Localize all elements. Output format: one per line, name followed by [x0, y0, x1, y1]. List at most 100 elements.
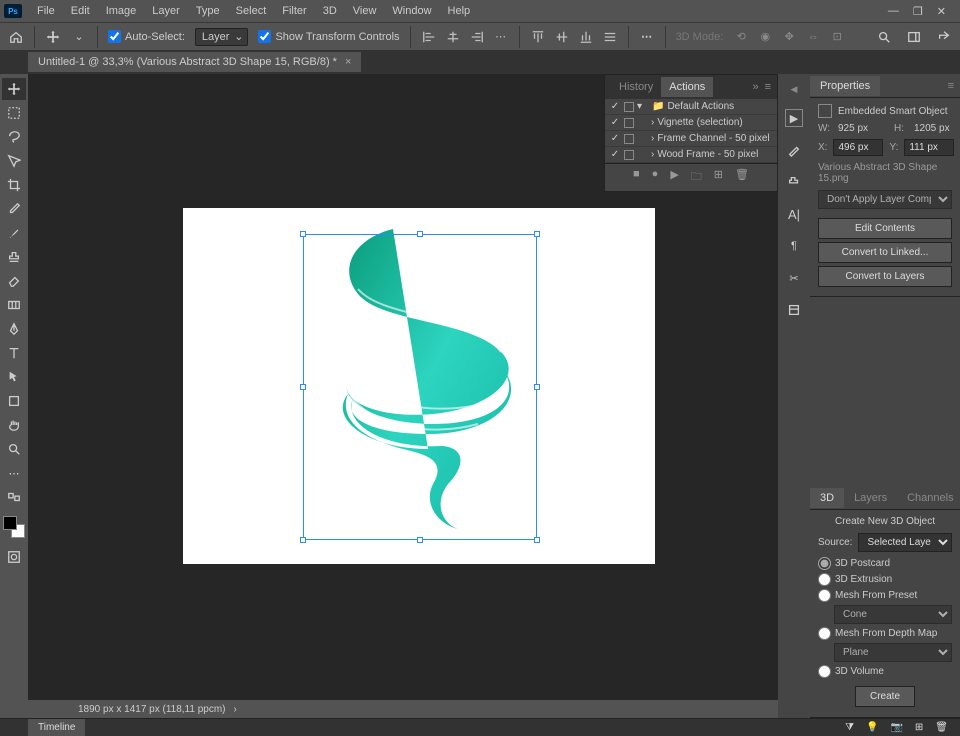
trash-icon[interactable]: 🗑 — [735, 168, 749, 187]
paragraph-panel-icon[interactable]: ¶ — [785, 237, 803, 255]
menu-layer[interactable]: Layer — [145, 2, 187, 20]
play-icon[interactable]: ▶ — [670, 168, 678, 187]
action-row[interactable]: ✓› Wood Frame - 50 pixel — [605, 147, 777, 163]
timeline-tab[interactable]: Timeline — [28, 719, 85, 736]
extrusion-radio[interactable] — [818, 573, 831, 586]
eraser-tool[interactable] — [2, 270, 26, 292]
menu-window[interactable]: Window — [385, 2, 438, 20]
history-tab[interactable]: History — [611, 77, 661, 97]
lasso-tool[interactable] — [2, 126, 26, 148]
transform-bounds[interactable] — [303, 234, 537, 540]
3d-tab[interactable]: 3D — [810, 488, 844, 508]
search-icon[interactable] — [876, 29, 892, 45]
stop-icon[interactable]: ■ — [633, 168, 640, 187]
menu-edit[interactable]: Edit — [64, 2, 97, 20]
more-tools-icon[interactable]: ⋯ — [2, 462, 26, 484]
camera-icon[interactable]: 📷 — [890, 722, 902, 733]
create-button[interactable]: Create — [855, 686, 915, 707]
align-center-h-icon[interactable] — [445, 29, 461, 45]
home-icon[interactable] — [8, 29, 24, 45]
y-input[interactable] — [904, 139, 954, 156]
panel-menu-icon[interactable]: ≡ — [942, 80, 960, 92]
more-options-icon[interactable]: ⋯ — [639, 29, 655, 45]
edit-contents-button[interactable]: Edit Contents — [818, 218, 952, 239]
depthmap-radio[interactable] — [818, 627, 831, 640]
expand-icon[interactable]: ◀ — [791, 84, 798, 95]
share-icon[interactable] — [936, 29, 952, 45]
handle-ml[interactable] — [300, 384, 306, 390]
quick-select-tool[interactable] — [2, 150, 26, 172]
move-tool[interactable] — [2, 78, 26, 100]
new-action-icon[interactable]: ⊞ — [714, 168, 723, 187]
show-transform-checkbox[interactable] — [258, 30, 271, 43]
handle-br[interactable] — [534, 537, 540, 543]
more-align-icon[interactable]: ⋯ — [493, 29, 509, 45]
action-set-row[interactable]: ✓▾ 📁 Default Actions — [605, 99, 777, 115]
handle-tc[interactable] — [417, 231, 423, 237]
menu-file[interactable]: File — [30, 2, 62, 20]
shape-tool[interactable] — [2, 390, 26, 412]
handle-tl[interactable] — [300, 231, 306, 237]
folder-new-icon[interactable]: 🗀 — [691, 168, 702, 187]
channels-tab[interactable]: Channels — [897, 488, 960, 508]
workspace-icon[interactable] — [906, 29, 922, 45]
properties-tab[interactable]: Properties — [810, 76, 880, 96]
color-swatch[interactable] — [3, 516, 25, 538]
scissors-icon[interactable]: ✂ — [785, 269, 803, 287]
pen-tool[interactable] — [2, 318, 26, 340]
actions-tab[interactable]: Actions — [661, 77, 713, 97]
layer-select[interactable]: Layer — [195, 28, 249, 46]
clone-panel-icon[interactable] — [785, 173, 803, 191]
type-tool[interactable] — [2, 342, 26, 364]
handle-mr[interactable] — [534, 384, 540, 390]
action-row[interactable]: ✓› Vignette (selection) — [605, 115, 777, 131]
handle-bc[interactable] — [417, 537, 423, 543]
menu-view[interactable]: View — [346, 2, 384, 20]
menu-help[interactable]: Help — [441, 2, 478, 20]
filter-icon[interactable]: ⧩ — [845, 722, 854, 733]
layers-tab[interactable]: Layers — [844, 488, 897, 508]
convert-linked-button[interactable]: Convert to Linked... — [818, 242, 952, 263]
play-panel-icon[interactable]: ▶ — [785, 109, 803, 127]
auto-select-checkbox[interactable] — [108, 30, 121, 43]
collapse-icon[interactable]: » — [752, 81, 758, 93]
distribute-icon[interactable] — [602, 29, 618, 45]
menu-3d[interactable]: 3D — [316, 2, 344, 20]
marquee-tool[interactable] — [2, 102, 26, 124]
panel-menu-icon[interactable]: ≡ — [765, 81, 771, 93]
record-icon[interactable]: ● — [652, 168, 659, 187]
crop-tool[interactable] — [2, 174, 26, 196]
restore-icon[interactable]: ❐ — [913, 5, 923, 18]
edit-toolbar-icon[interactable] — [2, 486, 26, 508]
close-tab-icon[interactable]: × — [345, 56, 351, 68]
volume-radio[interactable] — [818, 665, 831, 678]
align-top-icon[interactable] — [530, 29, 546, 45]
chevron-right-icon[interactable]: › — [234, 704, 237, 715]
trash-icon[interactable]: 🗑 — [935, 722, 948, 733]
canvas-viewport[interactable]: History Actions » ≡ ✓▾ 📁 Default Actions… — [28, 74, 778, 718]
brush-tool[interactable] — [2, 222, 26, 244]
x-input[interactable] — [833, 139, 883, 156]
zoom-tool[interactable] — [2, 438, 26, 460]
document-tab[interactable]: Untitled-1 @ 33,3% (Various Abstract 3D … — [28, 52, 361, 72]
brush-panel-icon[interactable] — [785, 141, 803, 159]
gradient-tool[interactable] — [2, 294, 26, 316]
menu-image[interactable]: Image — [99, 2, 144, 20]
align-bottom-icon[interactable] — [578, 29, 594, 45]
bulb-icon[interactable]: 💡 — [866, 722, 878, 733]
chevron-down-icon[interactable]: ⌄ — [71, 29, 87, 45]
minimize-icon[interactable]: — — [888, 5, 899, 17]
library-panel-icon[interactable] — [785, 301, 803, 319]
convert-layers-button[interactable]: Convert to Layers — [818, 266, 952, 287]
eyedropper-tool[interactable] — [2, 198, 26, 220]
stamp-tool[interactable] — [2, 246, 26, 268]
source-select[interactable]: Selected Layer(s) — [858, 533, 952, 552]
move-tool-icon[interactable] — [45, 29, 61, 45]
quick-mask-icon[interactable] — [2, 546, 26, 568]
action-row[interactable]: ✓› Frame Channel - 50 pixel — [605, 131, 777, 147]
handle-tr[interactable] — [534, 231, 540, 237]
menu-select[interactable]: Select — [229, 2, 274, 20]
menu-filter[interactable]: Filter — [275, 2, 313, 20]
close-icon[interactable]: ✕ — [937, 5, 946, 18]
align-left-icon[interactable] — [421, 29, 437, 45]
